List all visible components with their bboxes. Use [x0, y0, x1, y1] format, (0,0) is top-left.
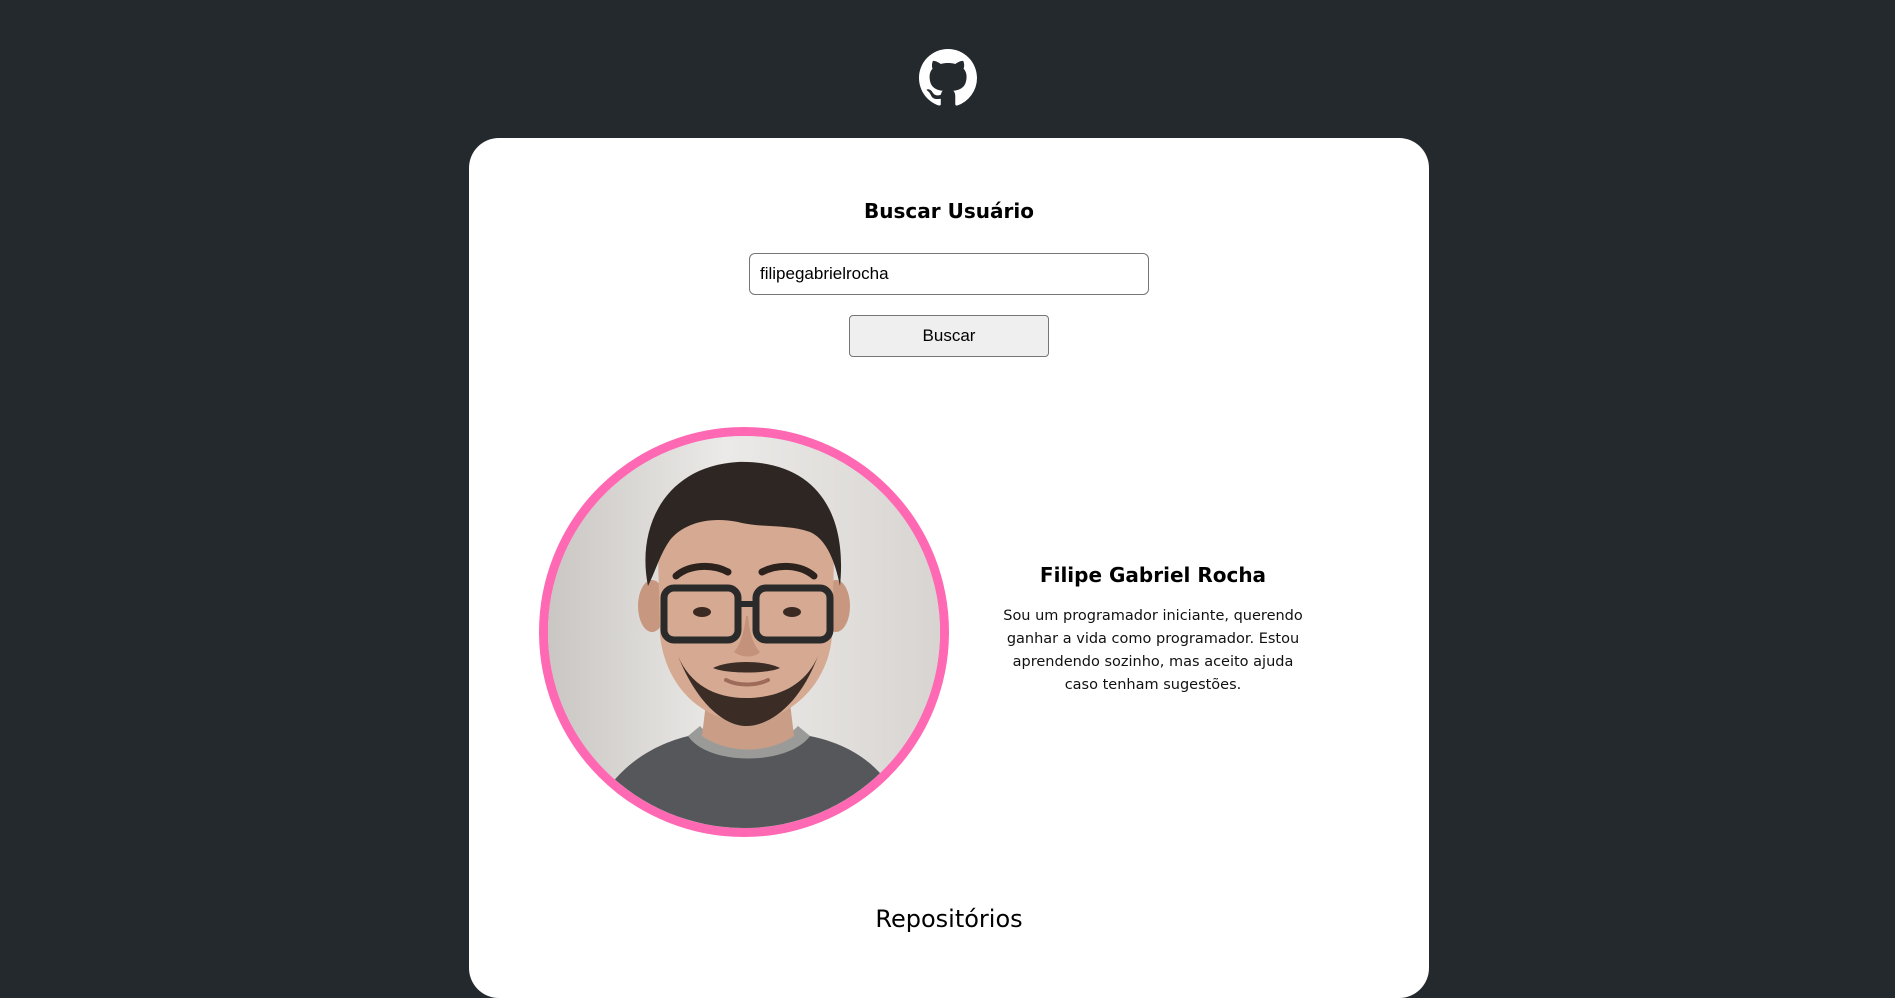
profile-name: Filipe Gabriel Rocha [1039, 563, 1267, 587]
profile-info: Filipe Gabriel Rocha Sou um programador … [997, 563, 1309, 697]
github-logo-icon [919, 49, 977, 107]
repositories-title: Repositórios [875, 905, 1023, 933]
user-photo [548, 436, 940, 828]
github-octocat-icon [919, 49, 977, 106]
search-card: Buscar Usuário Buscar [469, 138, 1429, 998]
search-button[interactable]: Buscar [849, 315, 1049, 357]
avatar [539, 427, 949, 837]
search-title: Buscar Usuário [864, 199, 1034, 223]
profile-bio: Sou um programador iniciante, querendo g… [1003, 608, 1303, 693]
search-input[interactable] [749, 253, 1149, 295]
